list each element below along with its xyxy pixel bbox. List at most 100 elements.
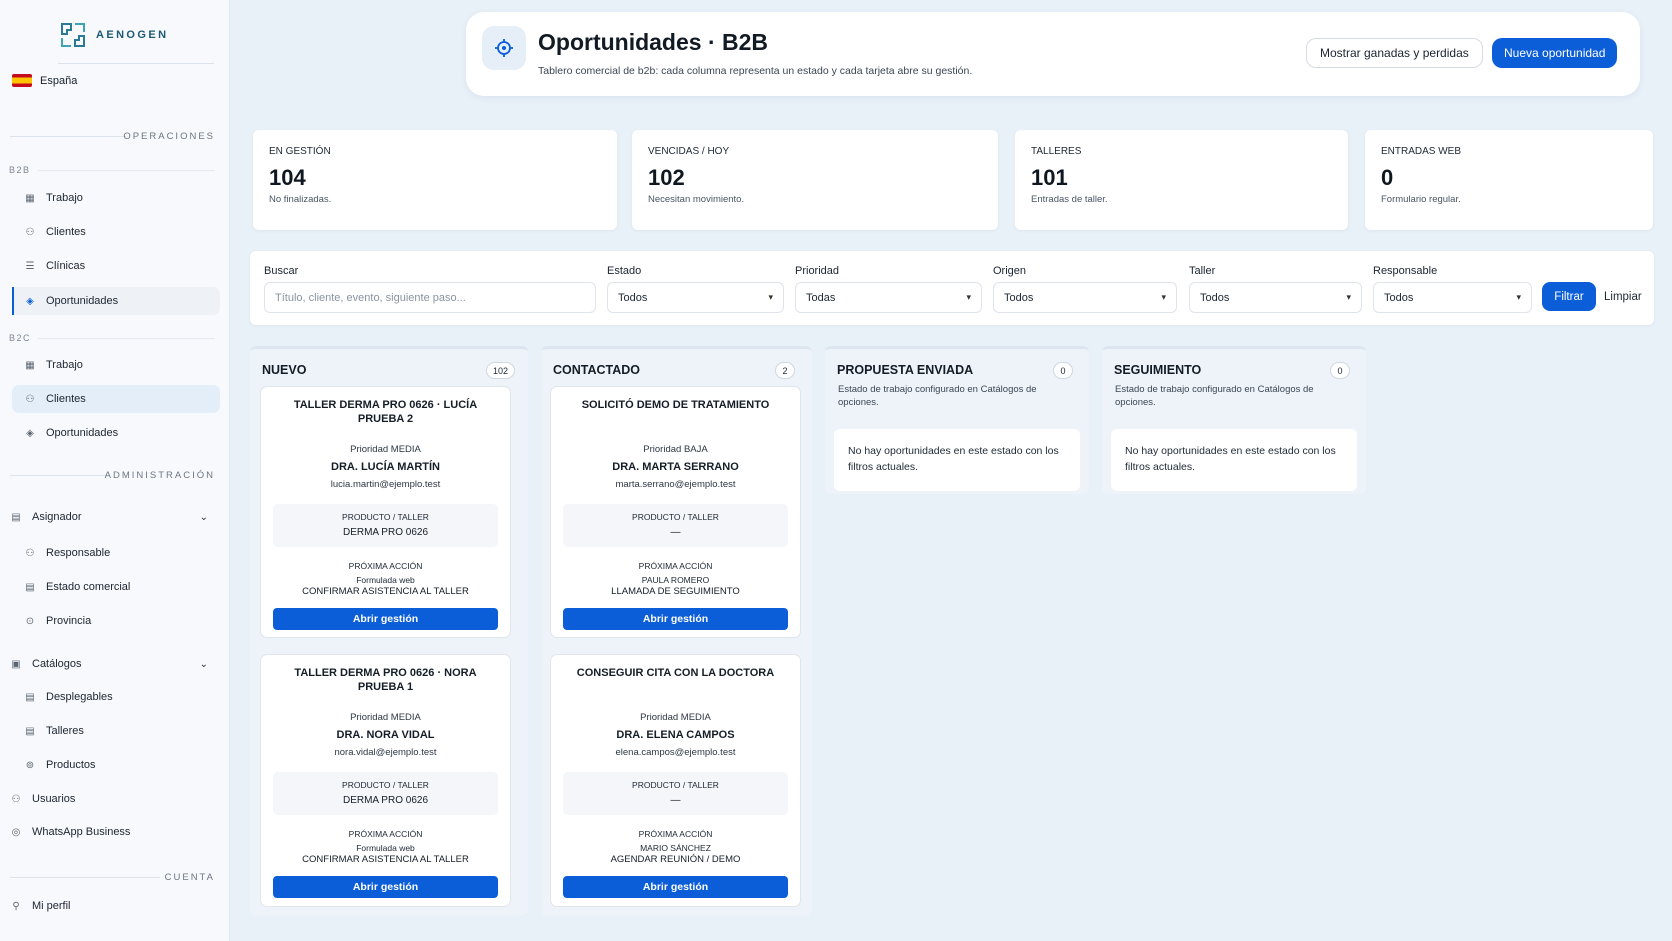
card-contact-email: nora.vidal@ejemplo.test [334, 747, 437, 758]
sidebar-item-whatsapp[interactable]: ◎ WhatsApp Business [10, 818, 220, 846]
nav-label: Estado comercial [46, 581, 131, 593]
country-label: España [40, 74, 78, 87]
column-title: PROPUESTA ENVIADA [837, 363, 974, 377]
column-title: CONTACTADO [553, 363, 641, 377]
new-opportunity-button[interactable]: Nueva oportunidad [1492, 38, 1618, 68]
divider [10, 877, 160, 878]
card-product-box: PRODUCTO / TALLER DERMA PRO 0626 [273, 504, 498, 547]
select-value: Todos [1200, 291, 1230, 304]
clear-button[interactable]: Limpiar [1604, 282, 1642, 311]
page-header: Oportunidades · B2B Tablero comercial de… [466, 12, 1640, 96]
target-icon: ◈ [26, 295, 34, 307]
open-management-button[interactable]: Abrir gestión [273, 876, 498, 898]
next-action-owner: PAULA ROMERO [641, 575, 710, 585]
country-selector[interactable]: España [12, 74, 77, 87]
responsable-label: Responsable [1373, 265, 1438, 277]
sidebar-item-b2b-trabajo[interactable]: ▦ Trabajo [12, 184, 220, 212]
filter-button[interactable]: Filtrar [1542, 282, 1596, 311]
calendar-icon: ▤ [25, 581, 35, 593]
sidebar-item-mi-perfil[interactable]: ⚲ Mi perfil [10, 892, 220, 920]
opportunity-card[interactable]: TALLER DERMA PRO 0626 · NORA PRUEBA 1 Pr… [260, 654, 511, 907]
card-product-box: PRODUCTO / TALLER DERMA PRO 0626 [273, 772, 498, 815]
product-value: DERMA PRO 0626 [342, 795, 429, 806]
sidebar-item-desplegables[interactable]: ▤ Desplegables [12, 683, 220, 711]
sidebar-item-b2b-clinicas[interactable]: ☰ Clínicas [12, 252, 220, 280]
sidebar-item-b2b-clientes[interactable]: ⚇ Clientes [12, 218, 220, 246]
opportunity-card[interactable]: TALLER DERMA PRO 0626 · LUCÍA PRUEBA 2 P… [260, 386, 511, 638]
stat-card-talleres: TALLERES 101 Entradas de taller. [1015, 130, 1348, 230]
card-title: TALLER DERMA PRO 0626 · NORA PRUEBA 1 [294, 667, 477, 693]
taller-select[interactable]: Todos ▾ [1189, 282, 1362, 313]
select-value: Todas [806, 291, 836, 304]
group-b2c: B2C [9, 333, 32, 343]
kanban-column-nuevo: NUEVO 102 TALLER DERMA PRO 0626 · LUCÍA … [250, 346, 528, 916]
page-subtitle: Tablero comercial de b2b: cada columna r… [538, 65, 973, 77]
nav-label: Asignador [32, 511, 82, 523]
open-management-button[interactable]: Abrir gestión [273, 608, 498, 630]
sidebar-item-productos[interactable]: ⊚ Productos [12, 751, 220, 779]
sidebar-item-estado-comercial[interactable]: ▤ Estado comercial [12, 573, 220, 601]
chevron-down-icon: ▾ [1161, 292, 1166, 302]
sidebar-item-provincia[interactable]: ⊙ Provincia [12, 607, 220, 635]
card-contact-name: DRA. LUCÍA MARTÍN [331, 461, 440, 473]
nav-label: Talleres [46, 725, 84, 737]
column-description: Estado de trabajo configurado en Catálog… [1115, 384, 1314, 408]
origen-select[interactable]: Todos ▾ [993, 282, 1177, 313]
sidebar-item-b2b-oportunidades[interactable]: ◈ Oportunidades [12, 287, 220, 315]
opportunity-card[interactable]: CONSEGUIR CITA CON LA DOCTORA Prioridad … [550, 654, 801, 907]
sidebar-item-b2c-clientes[interactable]: ⚇ Clientes [12, 385, 220, 413]
stat-caption: No finalizadas. [269, 194, 332, 205]
nav-label: Trabajo [46, 359, 83, 371]
nav-label: Provincia [46, 615, 92, 627]
stat-label: EN GESTIÓN [269, 146, 331, 157]
sidebar-item-usuarios[interactable]: ⚇ Usuarios [10, 785, 220, 813]
sidebar-group-catalogos[interactable]: ▣ Catálogos ⌄ [10, 650, 220, 678]
sidebar-item-talleres[interactable]: ▤ Talleres [12, 717, 220, 745]
column-count-badge: 0 [1053, 362, 1073, 379]
opportunity-card[interactable]: SOLICITÓ DEMO DE TRATAMIENTO Prioridad B… [550, 386, 801, 638]
section-operaciones: OPERACIONES [123, 131, 215, 142]
select-value: Todos [618, 291, 648, 304]
prioridad-select[interactable]: Todas ▾ [795, 282, 982, 313]
card-product-box: PRODUCTO / TALLER — [563, 772, 788, 815]
sidebar-item-b2c-oportunidades[interactable]: ◈ Oportunidades [12, 419, 220, 447]
card-product-box: PRODUCTO / TALLER — [563, 504, 788, 547]
column-count-badge: 102 [486, 362, 516, 379]
nav-label: Oportunidades [46, 427, 119, 439]
nav-label: Clínicas [46, 260, 86, 272]
aenogen-logo-icon [61, 23, 85, 47]
product-icon: ⊚ [25, 759, 35, 771]
show-won-lost-button[interactable]: Mostrar ganadas y perdidas [1306, 38, 1483, 68]
estado-select[interactable]: Todos ▾ [607, 282, 784, 313]
open-management-button[interactable]: Abrir gestión [563, 876, 788, 898]
chevron-down-icon: ⌄ [199, 511, 208, 523]
grid-icon: ▦ [25, 359, 35, 371]
sidebar-group-asignador[interactable]: ▤ Asignador ⌄ [10, 503, 220, 531]
sidebar-item-responsable[interactable]: ⚇ Responsable [12, 539, 220, 567]
product-value: — [670, 795, 681, 806]
sidebar-item-b2c-trabajo[interactable]: ▦ Trabajo [12, 351, 220, 379]
whatsapp-icon: ◎ [11, 826, 21, 838]
grid-icon: ▦ [25, 192, 35, 204]
stat-label: VENCIDAS / HOY [648, 146, 730, 157]
stat-card-en-gestion: EN GESTIÓN 104 No finalizadas. [253, 130, 617, 230]
stat-card-entradas-web: ENTRADAS WEB 0 Formulario regular. [1365, 130, 1653, 230]
nav-label: Oportunidades [46, 295, 119, 307]
chevron-down-icon: ⌄ [199, 658, 208, 670]
column-title: NUEVO [262, 363, 307, 377]
open-management-button[interactable]: Abrir gestión [563, 608, 788, 630]
product-label: PRODUCTO / TALLER [342, 780, 429, 790]
stat-card-vencidas: VENCIDAS / HOY 102 Necesitan movimiento. [632, 130, 998, 230]
brand-logo[interactable]: AENOGEN [58, 20, 168, 50]
stat-caption: Necesitan movimiento. [648, 194, 745, 205]
select-value: Todos [1004, 291, 1034, 304]
prioridad-label: Prioridad [795, 265, 840, 277]
empty-state: No hay oportunidades en este estado con … [1111, 429, 1357, 491]
next-action-owner: MARIO SÁNCHEZ [640, 843, 711, 853]
search-input[interactable]: Título, cliente, evento, siguiente paso.… [264, 282, 596, 313]
empty-state: No hay oportunidades en este estado con … [834, 429, 1080, 491]
section-cuenta: CUENTA [164, 872, 215, 883]
responsable-select[interactable]: Todos ▾ [1373, 282, 1532, 313]
spain-flag-icon [12, 74, 32, 87]
filters-bar: Buscar Título, cliente, evento, siguient… [250, 251, 1654, 325]
